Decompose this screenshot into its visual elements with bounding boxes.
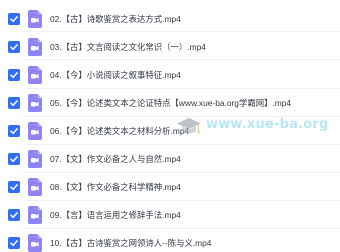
- checkbox-checked-icon[interactable]: [8, 12, 20, 25]
- video-file-icon: [28, 233, 42, 252]
- file-name[interactable]: 10.【古】古诗鉴赏之网领诗人--陈与义.mp4: [50, 237, 211, 249]
- video-file-icon: [28, 205, 42, 224]
- video-file-icon: [28, 65, 42, 84]
- file-name[interactable]: 09.【言】语言运用之修辞手法.mp4: [50, 209, 181, 221]
- file-name[interactable]: 02.【古】诗歌鉴赏之表达方式.mp4: [50, 13, 181, 25]
- video-file-icon: [28, 93, 42, 112]
- file-row[interactable]: 08.【文】作文必备之科学精神.mp4: [0, 173, 340, 200]
- file-name[interactable]: 03.【古】文言阅读之文化常识（一）.mp4: [50, 41, 206, 53]
- video-file-icon: [28, 37, 42, 56]
- divider: [22, 59, 340, 60]
- checkbox-checked-icon[interactable]: [8, 208, 20, 221]
- video-file-icon: [28, 9, 42, 28]
- checkbox-checked-icon[interactable]: [8, 68, 20, 81]
- checkbox-checked-icon[interactable]: [8, 236, 20, 249]
- checkbox-checked-icon[interactable]: [8, 40, 20, 53]
- file-list: 02.【古】诗歌鉴赏之表达方式.mp4 03.【古】文言阅读之文化常识（一）.m…: [0, 0, 340, 252]
- file-row[interactable]: 02.【古】诗歌鉴赏之表达方式.mp4: [0, 5, 340, 32]
- divider: [22, 31, 340, 32]
- checkbox-checked-icon[interactable]: [8, 152, 20, 165]
- file-name[interactable]: 08.【文】作文必备之科学精神.mp4: [50, 181, 181, 193]
- file-row[interactable]: 06.【今】论述类文本之材料分析.mp4: [0, 117, 340, 144]
- checkbox-checked-icon[interactable]: [8, 124, 20, 137]
- checkbox-checked-icon[interactable]: [8, 180, 20, 193]
- video-file-icon: [28, 149, 42, 168]
- checkbox-checked-icon[interactable]: [8, 96, 20, 109]
- file-name[interactable]: 07.【文】作文必备之人与自然.mp4: [50, 153, 181, 165]
- file-row[interactable]: 04.【今】小说阅读之叙事特征.mp4: [0, 61, 340, 88]
- video-file-icon: [28, 177, 42, 196]
- file-row[interactable]: 03.【古】文言阅读之文化常识（一）.mp4: [0, 33, 340, 60]
- file-name[interactable]: 05.【今】论述类文本之论证特点【www.xue-ba.org学霸网】.mp4: [50, 97, 291, 109]
- file-row[interactable]: 10.【古】古诗鉴赏之网领诗人--陈与义.mp4: [0, 229, 340, 252]
- file-row[interactable]: 05.【今】论述类文本之论证特点【www.xue-ba.org学霸网】.mp4: [0, 89, 340, 116]
- video-file-icon: [28, 121, 42, 140]
- file-name[interactable]: 06.【今】论述类文本之材料分析.mp4: [50, 125, 189, 137]
- file-row[interactable]: 09.【言】语言运用之修辞手法.mp4: [0, 201, 340, 228]
- file-name[interactable]: 04.【今】小说阅读之叙事特征.mp4: [50, 69, 181, 81]
- file-row[interactable]: 07.【文】作文必备之人与自然.mp4: [0, 145, 340, 172]
